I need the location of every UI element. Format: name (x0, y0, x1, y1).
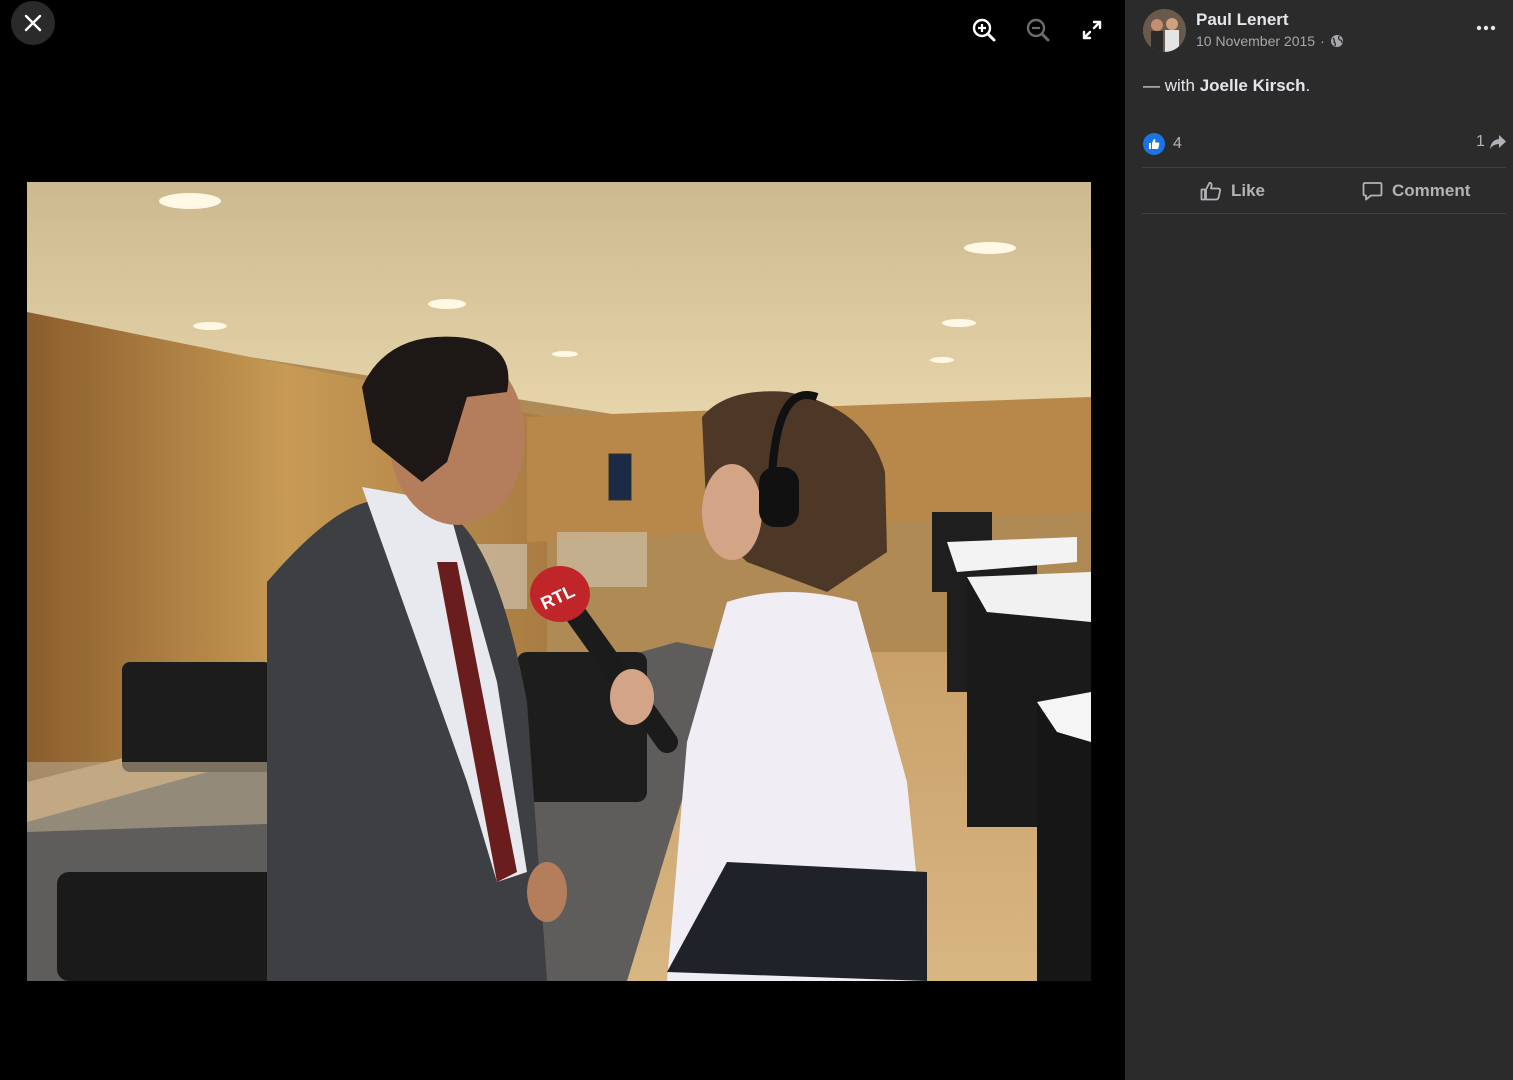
avatar[interactable] (1143, 9, 1186, 52)
zoom-out-button[interactable] (1022, 14, 1054, 46)
post-photo: RTL (27, 182, 1091, 981)
close-icon (24, 14, 42, 32)
caption-prefix: — with (1143, 76, 1200, 95)
more-options-button[interactable] (1468, 14, 1504, 42)
post-meta: 10 November 2015 · (1196, 33, 1344, 49)
zoom-out-icon (1026, 18, 1050, 42)
reactions-count: 4 (1173, 135, 1182, 152)
comment-icon (1362, 182, 1383, 201)
like-button[interactable]: Like (1200, 172, 1265, 210)
post-details-panel: Paul Lenert 10 November 2015 · — with Jo… (1125, 0, 1513, 1080)
thumbs-up-icon (1200, 181, 1221, 201)
more-icon (1476, 25, 1496, 31)
share-arrow-icon (1489, 135, 1506, 149)
post-caption: — with Joelle Kirsch. (1143, 76, 1310, 96)
fullscreen-icon (1082, 20, 1102, 40)
close-button[interactable] (11, 1, 55, 45)
photo-viewer: RTL (0, 0, 1125, 1080)
viewer-toolbar (968, 14, 1108, 46)
shares-summary[interactable]: 1 (1476, 133, 1507, 151)
post-date[interactable]: 10 November 2015 (1196, 33, 1315, 49)
comment-button[interactable]: Comment (1362, 172, 1470, 210)
comment-label: Comment (1392, 181, 1471, 200)
fullscreen-button[interactable] (1076, 14, 1108, 46)
meta-separator: · (1320, 33, 1325, 49)
zoom-in-icon (972, 18, 996, 42)
like-label: Like (1231, 181, 1266, 200)
post-author[interactable]: Paul Lenert (1196, 10, 1289, 30)
reactions-summary[interactable]: 4 (1143, 133, 1182, 155)
like-reaction-icon (1143, 133, 1165, 155)
tagged-person[interactable]: Joelle Kirsch (1200, 76, 1306, 95)
caption-suffix: . (1305, 76, 1311, 95)
zoom-in-button[interactable] (968, 14, 1000, 46)
shares-count: 1 (1476, 133, 1485, 150)
divider (1142, 167, 1506, 168)
divider (1142, 213, 1506, 214)
globe-icon (1330, 35, 1343, 47)
